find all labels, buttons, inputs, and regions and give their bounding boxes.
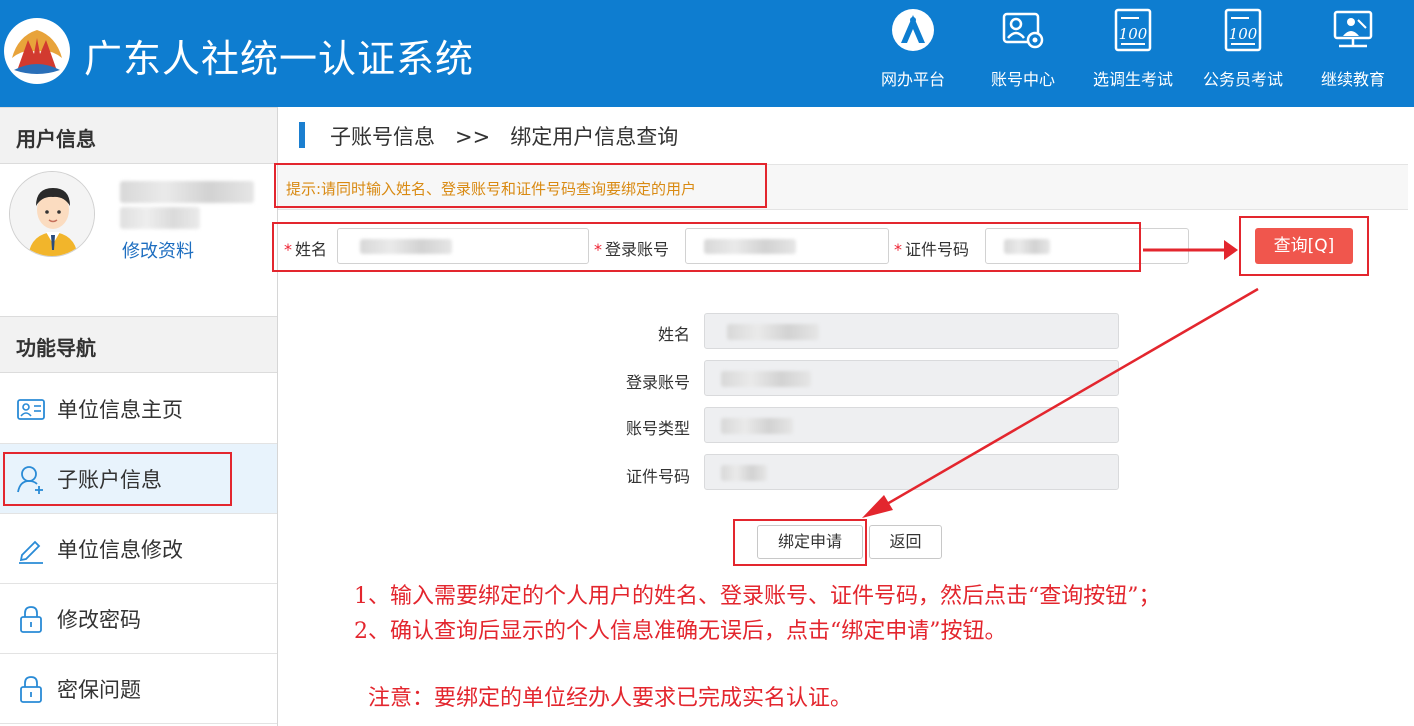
nav-label: 网办平台: [880, 70, 945, 89]
redacted-value: [1004, 239, 1050, 254]
nav-label: 继续教育: [1320, 70, 1385, 89]
user-info-heading: 用户信息: [0, 107, 277, 164]
result-type-value: [704, 407, 1119, 443]
top-header: 广东人社统一认证系统 网办平台 账号中心 100 选调生考试 100 公务员考试…: [0, 0, 1414, 107]
continuing-education-icon: [1333, 10, 1373, 48]
sidebar-item-label: 密保问题: [57, 678, 141, 702]
result-type-label: 账号类型: [625, 419, 690, 438]
sidebar-item-security-question[interactable]: 密保问题: [0, 654, 277, 724]
sidebar-item-label: 修改密码: [57, 608, 141, 632]
redacted-user-detail: [120, 207, 200, 229]
nav-selected-graduate-exam[interactable]: 100 选调生考试: [1083, 6, 1183, 98]
redacted-value: [704, 239, 796, 254]
required-mark: *: [594, 240, 602, 259]
nav-continuing-education[interactable]: 继续教育: [1303, 6, 1403, 98]
redacted-value: [727, 324, 819, 340]
sidebar-item-unit-edit[interactable]: 单位信息修改: [0, 514, 277, 584]
lock-icon: [20, 606, 42, 633]
id-field-label: * 证件号码: [894, 240, 970, 259]
name-field-label: * 姓名: [284, 240, 328, 259]
redacted-value: [721, 465, 767, 481]
gdhrss-logo-icon: [4, 18, 70, 84]
redacted-value: [721, 371, 811, 387]
required-mark: *: [894, 240, 902, 259]
query-button[interactable]: 查询[Q]: [1255, 228, 1353, 264]
breadcrumb: 子账号信息 >> 绑定用户信息查询: [330, 125, 679, 149]
sidebar-item-change-password[interactable]: 修改密码: [0, 584, 277, 654]
nav-account-center[interactable]: 账号中心: [973, 6, 1073, 98]
online-office-icon: [892, 9, 934, 51]
account-center-icon: [1002, 12, 1044, 49]
bind-apply-button[interactable]: 绑定申请: [757, 525, 863, 559]
sidebar: 用户信息 修改资料 功能导航 单位信息主页 子账户信息 单位信息修改 修改密码 …: [0, 107, 278, 726]
nav-label: 选调生考试: [1092, 70, 1173, 89]
nav-civil-servant-exam[interactable]: 100 公务员考试: [1193, 6, 1293, 98]
user-add-icon: [17, 466, 43, 494]
result-name-value: [704, 313, 1119, 349]
result-id-value: [704, 454, 1119, 490]
site-title: 广东人社统一认证系统: [84, 37, 475, 81]
avatar: [9, 171, 95, 257]
tip-text: 提示:请同时输入姓名、登录账号和证件号码查询要绑定的用户: [286, 180, 697, 198]
name-input[interactable]: [337, 228, 589, 264]
back-button[interactable]: 返回: [869, 525, 942, 559]
nav-label: 账号中心: [990, 70, 1055, 89]
instruction-note: 注意：要绑定的单位经办人要求已完成实名认证。: [368, 686, 853, 711]
result-account-label: 登录账号: [625, 373, 690, 392]
id-card-icon: [17, 399, 45, 420]
sidebar-item-sub-account[interactable]: 子账户信息: [0, 444, 277, 514]
result-account-value: [704, 360, 1119, 396]
svg-text:100: 100: [1229, 25, 1258, 43]
account-field-label: * 登录账号: [594, 240, 670, 259]
id-number-input[interactable]: [985, 228, 1189, 264]
redacted-value: [360, 239, 452, 254]
function-nav-heading: 功能导航: [0, 316, 277, 373]
redacted-value: [721, 418, 793, 434]
nav-online-office[interactable]: 网办平台: [863, 6, 963, 98]
breadcrumb-marker: [299, 122, 305, 148]
result-id-label: 证件号码: [625, 467, 690, 486]
result-name-label: 姓名: [657, 325, 690, 344]
svg-text:100: 100: [1119, 25, 1148, 43]
required-mark: *: [284, 240, 292, 259]
exam-100-icon: 100: [1114, 8, 1152, 52]
lock-icon: [20, 676, 42, 703]
arrow-head-query: [1224, 240, 1238, 260]
sidebar-item-label: 单位信息主页: [57, 398, 183, 422]
pencil-icon: [19, 540, 43, 564]
account-input[interactable]: [685, 228, 889, 264]
instruction-line-2: 2、确认查询后显示的个人信息准确无误后，点击“绑定申请”按钮。: [354, 619, 1007, 644]
sidebar-item-label: 子账户信息: [57, 468, 162, 492]
edit-profile-link[interactable]: 修改资料: [122, 237, 194, 263]
redacted-username: [120, 181, 254, 203]
nav-label: 公务员考试: [1202, 70, 1283, 89]
sidebar-item-unit-home[interactable]: 单位信息主页: [0, 374, 277, 444]
arrow-head-bind: [862, 495, 893, 518]
sidebar-item-label: 单位信息修改: [57, 538, 183, 562]
exam-100-icon: 100: [1224, 8, 1262, 52]
instruction-line-1: 1、输入需要绑定的个人用户的姓名、登录账号、证件号码，然后点击“查询按钮”；: [354, 584, 1161, 609]
